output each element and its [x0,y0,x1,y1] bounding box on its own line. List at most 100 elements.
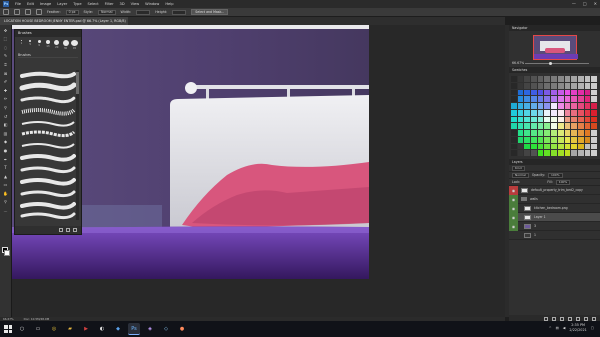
maximize-button[interactable]: □ [583,1,587,6]
layer-row[interactable]: ◉ kitchen_bedroom.png [509,203,600,213]
eye-icon[interactable]: ◉ [509,185,518,195]
color-swatch[interactable] [577,82,584,89]
shape-tool-icon[interactable]: ▭ [2,181,9,188]
menu-view[interactable]: View [131,2,140,6]
color-swatch[interactable] [511,82,517,89]
color-swatch[interactable] [511,109,517,116]
color-swatch[interactable] [591,76,597,82]
brush-stroke[interactable] [21,143,75,149]
color-swatch[interactable] [524,109,531,116]
layer-kind-select[interactable]: Kind [512,165,525,171]
color-swatch[interactable] [571,76,577,82]
brush-preset[interactable]: 30 [62,40,69,50]
brush-stroke[interactable] [20,178,76,186]
quick-select-tool-icon[interactable]: ✎ [2,52,9,59]
color-swatch[interactable] [551,136,557,143]
color-swatch[interactable] [557,96,564,102]
chrome-icon[interactable]: ◎ [48,323,60,335]
brush-stroke[interactable] [20,202,76,210]
frame-tool-icon[interactable]: ⊠ [2,70,9,77]
color-swatch[interactable] [564,76,571,82]
color-swatch[interactable] [511,76,517,82]
close-button[interactable]: ✕ [594,1,597,6]
brush-stroke[interactable] [21,121,75,127]
color-swatch[interactable] [571,103,577,109]
eye-icon[interactable]: ◉ [509,194,518,204]
eraser-tool-icon[interactable]: ◧ [2,121,9,128]
eye-icon[interactable]: ◉ [509,221,518,231]
color-swatch[interactable] [537,143,544,150]
blend-mode-select[interactable]: Normal [512,172,529,178]
clone-stamp-tool-icon[interactable]: ⚲ [2,104,9,111]
color-swatch[interactable] [511,96,517,102]
color-swatch[interactable] [524,130,531,136]
layer-row[interactable]: ◉ default_property_trim_bed2_copy [509,185,600,195]
dodge-tool-icon[interactable]: ● [2,147,9,154]
color-swatch[interactable] [577,130,584,136]
color-swatch[interactable] [517,103,524,109]
width-input[interactable] [136,9,151,15]
document-tab[interactable]: LOCATION HOUSE BEDROOM JENNY ENTER.psd @… [0,17,128,25]
color-swatch[interactable] [557,150,564,156]
color-swatch[interactable] [564,96,571,102]
color-swatch[interactable] [531,150,537,156]
healing-tool-icon[interactable]: ✚ [2,87,9,94]
color-swatch[interactable] [584,82,591,89]
color-swatch[interactable] [551,82,557,89]
brush-stroke[interactable] [20,166,76,174]
color-swatch[interactable] [577,103,584,109]
color-swatch[interactable] [524,136,531,143]
menu-file[interactable]: File [15,2,21,6]
color-swatch[interactable] [551,89,557,96]
layer-row[interactable]: 1 [509,231,600,240]
color-swatch[interactable] [511,143,517,150]
color-swatch[interactable] [517,143,524,150]
brush-stroke-list[interactable] [18,70,76,220]
menu-layer[interactable]: Layer [57,2,67,6]
scrollbar-thumb[interactable] [76,72,79,94]
color-swatch[interactable] [511,150,517,156]
color-swatch[interactable] [544,89,551,96]
color-swatch[interactable] [511,123,517,129]
folder-icon[interactable]: ▰ [64,323,76,335]
color-swatch[interactable] [584,143,591,150]
photoshop-logo-icon[interactable]: Ps [3,1,9,7]
color-swatch[interactable] [571,82,577,89]
hand-tool-icon[interactable]: ✋ [2,190,9,197]
color-swatch[interactable] [584,136,591,143]
new-brush-icon[interactable] [66,228,70,232]
color-swatch[interactable] [511,103,517,109]
color-swatch[interactable] [537,116,544,123]
layer-row-selected[interactable]: ◉ Layer 1 [509,212,600,222]
color-swatch[interactable] [584,89,591,96]
menu-edit[interactable]: Edit [27,2,34,6]
subtract-selection-icon[interactable] [36,9,42,15]
brush-preset[interactable]: 20 [53,40,60,50]
color-swatch[interactable] [564,116,571,123]
color-swatch[interactable] [511,136,517,143]
color-swatch[interactable] [517,76,524,82]
color-swatch[interactable] [531,76,537,82]
lasso-tool-icon[interactable]: ◌ [2,44,9,51]
color-swatch[interactable] [584,150,591,156]
color-swatch[interactable] [531,96,537,102]
color-swatch[interactable] [571,123,577,129]
color-swatch[interactable] [591,82,597,89]
color-swatch[interactable] [524,103,531,109]
color-swatch[interactable] [537,103,544,109]
color-swatch[interactable] [564,130,571,136]
color-swatch[interactable] [577,89,584,96]
chevron-up-icon[interactable]: ^ [549,326,552,330]
color-swatch[interactable] [584,96,591,102]
brush-preset[interactable]: 13 [44,40,51,50]
app-icon[interactable]: ◈ [144,323,156,335]
color-swatch[interactable] [557,109,564,116]
color-swatch[interactable] [551,103,557,109]
color-swatch[interactable] [531,89,537,96]
color-swatch[interactable] [544,103,551,109]
color-swatch[interactable] [577,123,584,129]
color-swatch[interactable] [591,96,597,102]
color-swatch[interactable] [557,89,564,96]
color-swatch[interactable] [517,96,524,102]
brush-stroke[interactable] [21,108,76,116]
